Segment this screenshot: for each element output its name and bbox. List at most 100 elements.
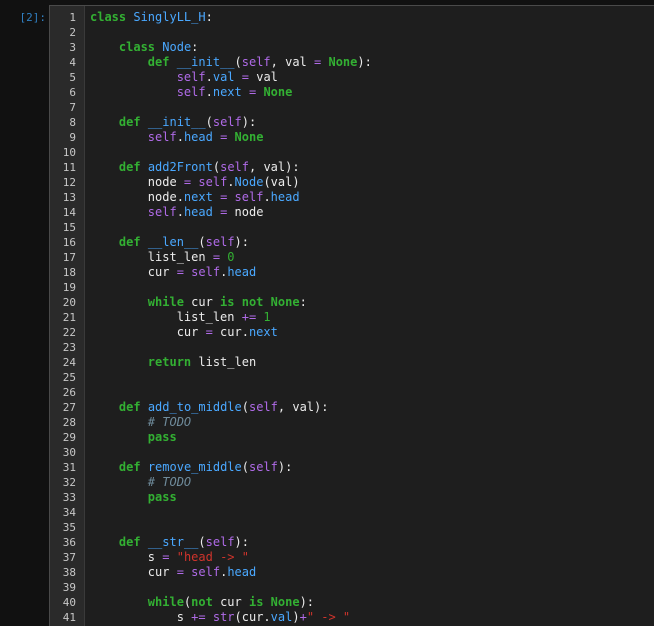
code-text: list_len += 1 xyxy=(90,310,271,325)
code-token: ( xyxy=(212,160,221,174)
code-line[interactable]: 37 s = "head -> " xyxy=(50,550,654,565)
code-line[interactable]: 41 s += str(cur.val)+" -> " xyxy=(50,610,654,625)
code-line[interactable]: 33 pass xyxy=(50,490,654,505)
code-line[interactable]: 25 xyxy=(50,370,654,385)
line-number: 37 xyxy=(62,551,76,564)
line-number: 24 xyxy=(62,356,76,369)
code-token: list_len xyxy=(90,250,213,264)
code-line[interactable]: 17 list_len = 0 xyxy=(50,250,654,265)
code-text: def __str__(self): xyxy=(90,535,249,550)
code-line[interactable]: 7 xyxy=(50,100,654,115)
code-line[interactable]: 6 self.next = None xyxy=(50,85,654,100)
code-line[interactable]: 30 xyxy=(50,445,654,460)
code-token: , val): xyxy=(249,160,300,174)
code-line[interactable]: 11 def add2Front(self, val): xyxy=(50,160,654,175)
code-line[interactable]: 40 while(not cur is None): xyxy=(50,595,654,610)
code-token: " -> " xyxy=(306,610,351,624)
code-line[interactable]: 22 cur = cur.next xyxy=(50,325,654,340)
code-token: None xyxy=(328,55,358,69)
code-text: return list_len xyxy=(90,355,256,370)
code-text: # TODO xyxy=(90,415,191,430)
code-line[interactable]: 36 def __str__(self): xyxy=(50,535,654,550)
code-token: . xyxy=(176,205,184,219)
code-token: "head -> " xyxy=(176,550,249,564)
code-token: def xyxy=(118,400,141,414)
code-line[interactable]: 18 cur = self.head xyxy=(50,265,654,280)
line-number: 40 xyxy=(62,596,76,609)
code-line[interactable]: 32 # TODO xyxy=(50,475,654,490)
code-line[interactable]: 39 xyxy=(50,580,654,595)
code-token: remove_middle xyxy=(147,460,242,474)
code-line[interactable]: 21 list_len += 1 xyxy=(50,310,654,325)
code-text: class SinglyLL_H: xyxy=(90,10,213,25)
code-cell[interactable]: 1 class SinglyLL_H: 2 3 class Node: 4 def __… xyxy=(49,5,654,626)
code-token: self xyxy=(220,160,249,174)
code-token: self xyxy=(176,85,206,99)
code-token: def xyxy=(118,460,141,474)
notebook-view: [2]: 1 class SinglyLL_H: 2 3 class Node: 4 d… xyxy=(0,0,654,626)
code-token: , val): xyxy=(277,400,329,414)
code-token: head xyxy=(183,205,213,219)
code-line[interactable]: 13 node.next = self.head xyxy=(50,190,654,205)
code-token: pass xyxy=(147,490,177,504)
code-line[interactable]: 9 self.head = None xyxy=(50,130,654,145)
code-token: . xyxy=(205,70,213,84)
code-line[interactable]: 14 self.head = node xyxy=(50,205,654,220)
code-token: head xyxy=(227,265,257,279)
code-line[interactable]: 27 def add_to_middle(self, val): xyxy=(50,400,654,415)
code-line[interactable]: 28 # TODO xyxy=(50,415,654,430)
code-token: __str__ xyxy=(147,535,199,549)
code-token: ): xyxy=(234,535,249,549)
code-line[interactable]: 19 xyxy=(50,280,654,295)
code-line[interactable]: 23 xyxy=(50,340,654,355)
code-line[interactable]: 20 while cur is not None: xyxy=(50,295,654,310)
code-line[interactable]: 38 cur = self.head xyxy=(50,565,654,580)
code-editor[interactable]: 1 class SinglyLL_H: 2 3 class Node: 4 def __… xyxy=(50,10,654,625)
line-number: 18 xyxy=(62,266,76,279)
code-token: def xyxy=(118,535,141,549)
code-line[interactable]: 2 xyxy=(50,25,654,40)
code-token: pass xyxy=(147,430,177,444)
line-number: 4 xyxy=(69,56,76,69)
code-line[interactable]: 1 class SinglyLL_H: xyxy=(50,10,654,25)
code-line[interactable]: 24 return list_len xyxy=(50,355,654,370)
code-token: val xyxy=(212,70,235,84)
code-line[interactable]: 5 self.val = val xyxy=(50,70,654,85)
code-line[interactable]: 3 class Node: xyxy=(50,40,654,55)
code-line[interactable]: 8 def __init__(self): xyxy=(50,115,654,130)
code-text: self.val = val xyxy=(90,70,278,85)
code-token: cur xyxy=(212,595,249,609)
line-number: 22 xyxy=(62,326,76,339)
code-line[interactable]: 35 xyxy=(50,520,654,535)
code-line[interactable]: 10 xyxy=(50,145,654,160)
code-line[interactable]: 26 xyxy=(50,385,654,400)
code-token: self xyxy=(241,55,271,69)
code-token: head xyxy=(227,565,257,579)
code-token: 1 xyxy=(263,310,271,324)
line-number: 30 xyxy=(62,446,76,459)
code-line[interactable]: 12 node = self.Node(val) xyxy=(50,175,654,190)
code-line[interactable]: 4 def __init__(self, val = None): xyxy=(50,55,654,70)
code-line[interactable]: 31 def remove_middle(self): xyxy=(50,460,654,475)
code-line[interactable]: 15 xyxy=(50,220,654,235)
code-text: while cur is not None: xyxy=(90,295,307,310)
code-token: self xyxy=(191,265,221,279)
code-line[interactable]: 34 xyxy=(50,505,654,520)
line-number: 31 xyxy=(62,461,76,474)
code-token: : xyxy=(191,40,199,54)
code-token: self xyxy=(147,205,177,219)
code-token: s xyxy=(90,550,163,564)
code-line[interactable]: 29 pass xyxy=(50,430,654,445)
code-line[interactable]: 16 def __len__(self): xyxy=(50,235,654,250)
code-token: next xyxy=(248,325,278,339)
code-token: (val) xyxy=(263,175,300,189)
